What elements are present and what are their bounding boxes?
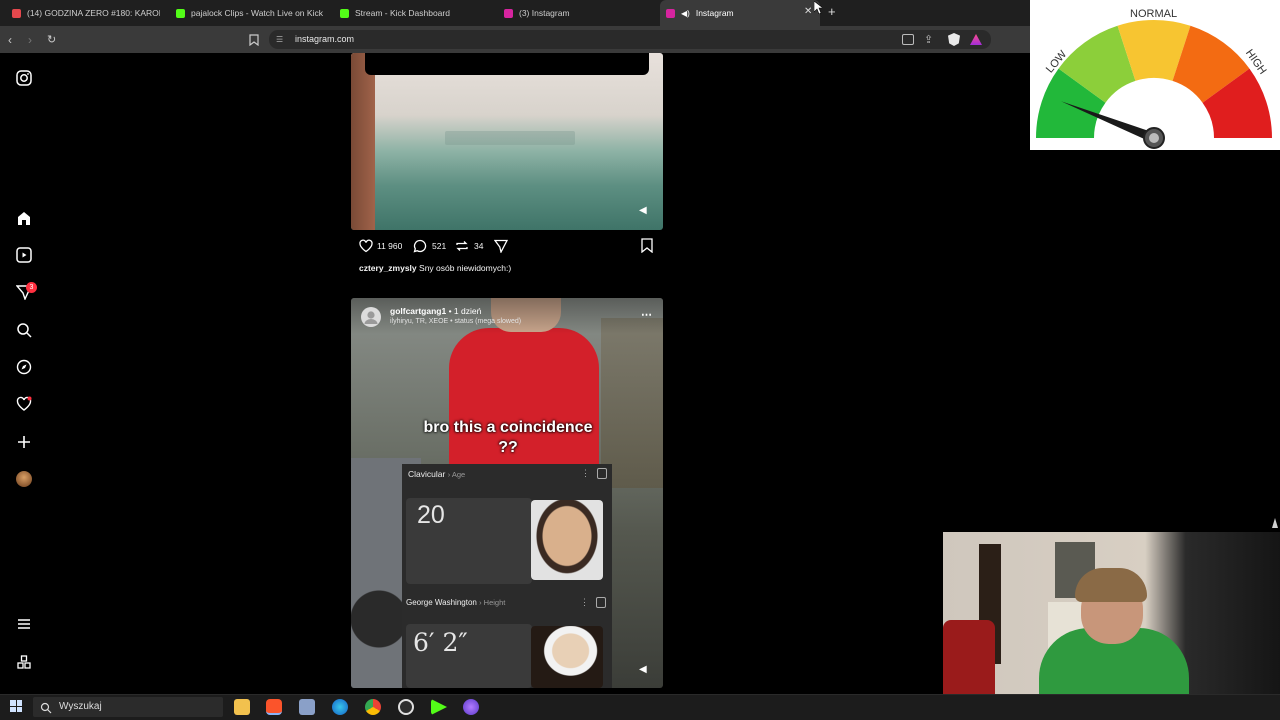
header-gradient bbox=[351, 298, 663, 334]
reels-icon[interactable] bbox=[16, 247, 32, 263]
post-caption: cztery_zmysly Sny osób niewidomych:) bbox=[359, 263, 511, 273]
search-placeholder: Wyszukaj bbox=[59, 701, 102, 712]
profile-avatar[interactable] bbox=[16, 471, 32, 487]
cast-icon[interactable] bbox=[902, 34, 914, 45]
edge-icon[interactable] bbox=[332, 699, 348, 715]
snipping-tool-icon[interactable] bbox=[299, 699, 315, 715]
card2-value: 6′ 2″ bbox=[413, 628, 468, 657]
save-icon[interactable] bbox=[641, 238, 653, 254]
close-tab-icon[interactable]: ✕ bbox=[804, 6, 814, 18]
tab-label: (3) Instagram bbox=[519, 8, 570, 18]
card2-more-icon[interactable]: ⋮ bbox=[580, 597, 589, 608]
caption-username[interactable]: cztery_zmysly bbox=[359, 263, 417, 273]
reload-icon[interactable]: ↻ bbox=[47, 33, 61, 47]
card1-header: Clavicular › Age bbox=[408, 469, 465, 479]
notifications-heart-icon[interactable] bbox=[16, 396, 32, 412]
obs-icon[interactable] bbox=[398, 699, 414, 715]
tab-label: pajalock Clips - Watch Live on Kick bbox=[191, 8, 323, 18]
back-icon[interactable]: ‹ bbox=[8, 33, 20, 47]
card2-header: George Washington › Height bbox=[406, 598, 505, 607]
home-icon[interactable] bbox=[16, 210, 32, 226]
author-username[interactable]: golfcartgang1 bbox=[390, 306, 446, 316]
more-menu-icon[interactable] bbox=[16, 616, 32, 632]
mute-icon[interactable]: ◀ bbox=[639, 205, 653, 219]
share-icon[interactable] bbox=[493, 239, 509, 254]
card1-share-icon[interactable] bbox=[597, 468, 607, 479]
webcam-person-hair bbox=[1075, 568, 1147, 602]
tab-kick-clips[interactable]: pajalock Clips - Watch Live on Kick bbox=[170, 0, 330, 26]
sweater-print bbox=[445, 131, 575, 145]
overlay-text: bro this a coincidence ?? bbox=[423, 419, 593, 456]
like-count: 11 960 bbox=[377, 241, 403, 251]
chrome-icon[interactable] bbox=[365, 699, 381, 715]
mute-icon[interactable]: ◀ bbox=[639, 664, 653, 678]
speaker-icon: ◀) bbox=[681, 8, 690, 18]
kick-icon bbox=[340, 8, 349, 18]
app-icon[interactable] bbox=[463, 699, 479, 715]
create-icon[interactable] bbox=[16, 434, 32, 450]
tab-instagram-active[interactable]: ◀) Instagram bbox=[660, 0, 820, 26]
address-bar[interactable]: instagram.com bbox=[269, 30, 991, 49]
comment-count: 521 bbox=[432, 241, 447, 251]
threads-icon[interactable] bbox=[16, 654, 32, 670]
forward-icon[interactable]: › bbox=[28, 33, 40, 47]
gauge-label-normal: NORMAL bbox=[1130, 8, 1178, 20]
card2-share-icon[interactable] bbox=[596, 597, 606, 608]
tab-kick-dashboard[interactable]: Stream - Kick Dashboard bbox=[334, 0, 494, 26]
tab-youtube[interactable]: (14) GODZINA ZERO #180: KAROL N bbox=[0, 0, 160, 26]
audio-track[interactable]: ilyhiryu, TR, XEOE • status (mega slowed… bbox=[390, 318, 521, 325]
post-header: golfcartgang1 • 1 dzień bbox=[390, 306, 481, 316]
caption-text: Sny osób niewidomych:) bbox=[419, 263, 512, 273]
windows-start-icon[interactable] bbox=[10, 700, 22, 712]
card1-subtitle: › Age bbox=[447, 470, 466, 479]
instagram-logo-icon[interactable] bbox=[16, 70, 32, 86]
taskbar-search-box[interactable]: Wyszukaj bbox=[33, 697, 223, 717]
webcam-overlay bbox=[943, 532, 1280, 720]
brick-wall-background bbox=[351, 53, 375, 230]
instagram-icon bbox=[504, 8, 513, 18]
share-icon[interactable]: ⇪ bbox=[924, 33, 936, 46]
card1-title: Clavicular bbox=[408, 469, 446, 479]
notification-badge: 3 bbox=[26, 282, 37, 293]
card2-subtitle: › Height bbox=[479, 598, 506, 607]
card1-photo bbox=[531, 500, 603, 580]
tab-label: Instagram bbox=[695, 8, 734, 18]
repost-count: 34 bbox=[474, 241, 484, 251]
explore-icon[interactable] bbox=[16, 359, 32, 375]
brave-browser-icon[interactable] bbox=[266, 699, 282, 715]
mouse-cursor bbox=[813, 0, 824, 15]
more-options-icon[interactable]: ⋯ bbox=[641, 308, 652, 321]
author-avatar[interactable] bbox=[361, 307, 381, 327]
card2-title: George Washington bbox=[406, 598, 477, 607]
repost-icon[interactable] bbox=[455, 239, 469, 253]
new-tab-icon[interactable]: + bbox=[828, 5, 840, 19]
post-media-sweater[interactable]: ◀ bbox=[351, 53, 663, 230]
caption-banner bbox=[365, 53, 649, 75]
comment-icon[interactable] bbox=[413, 239, 427, 253]
gauge bbox=[1036, 20, 1272, 149]
tab-instagram-3[interactable]: (3) Instagram bbox=[498, 0, 658, 26]
like-icon[interactable] bbox=[359, 239, 373, 253]
card2-photo bbox=[531, 626, 603, 688]
gauge-overlay: NORMAL LOW HIGH bbox=[1030, 0, 1280, 150]
card1-more-icon[interactable]: ⋮ bbox=[581, 468, 590, 479]
post-time: • 1 dzień bbox=[448, 306, 482, 316]
post-media-reel[interactable]: golfcartgang1 • 1 dzień ilyhiryu, TR, XE… bbox=[351, 298, 663, 688]
url-text: instagram.com bbox=[295, 34, 355, 44]
scrollbar-thumb[interactable] bbox=[1272, 518, 1278, 528]
trees bbox=[601, 318, 663, 488]
instagram-icon bbox=[666, 8, 675, 18]
bookmark-icon[interactable] bbox=[249, 33, 259, 47]
gauge-hub-center bbox=[1149, 133, 1159, 143]
file-explorer-icon[interactable] bbox=[234, 699, 250, 715]
search-icon bbox=[40, 701, 52, 714]
card1-value: 20 bbox=[417, 501, 445, 529]
search-icon[interactable] bbox=[16, 322, 32, 338]
youtube-icon bbox=[12, 8, 21, 18]
site-info-icon[interactable]: ☰ bbox=[276, 35, 285, 44]
kick-icon bbox=[176, 8, 185, 18]
tab-label: (14) GODZINA ZERO #180: KAROL N bbox=[27, 8, 160, 18]
tab-label: Stream - Kick Dashboard bbox=[355, 8, 450, 18]
